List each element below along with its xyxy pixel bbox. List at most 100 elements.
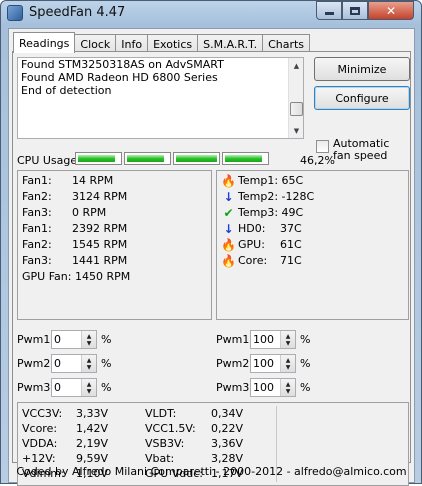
pwm-unit: % [101,381,112,394]
fan-label: Fan2: [22,238,52,251]
fan-label: GPU Fan: [22,270,72,283]
spin-arrows-icon[interactable]: ▲ ▼ [280,379,295,396]
temp-label: GPU: [238,238,265,251]
minimize-window-button[interactable] [316,1,342,20]
temp-label: Core: [238,254,268,267]
fan-value: 1545 RPM [72,238,128,251]
pwm-label: Pwm2: [216,357,254,370]
voltage-value: 0,34V [211,407,244,420]
voltage-reading: Vcore: 1,42V [22,421,108,436]
pwm-label: Pwm3: [17,381,55,394]
temperature-reading: ↓ Temp2: -128C [221,189,314,205]
temperature-reading: 🔥 Core: 71C [221,253,302,269]
voltage-value: 3,33V [76,407,109,420]
fans-panel: Fan1: 14 RPM Fan2: 3124 RPM Fan3: 0 RPM Fan… [17,170,212,320]
title-bar[interactable]: SpeedFan 4.47 ✕ [1,1,421,25]
spin-arrows-icon[interactable]: ▲ ▼ [81,355,96,372]
temp-value: -128C [281,190,315,203]
scroll-thumb[interactable] [290,102,303,116]
fan-value: 2392 RPM [72,222,128,235]
automatic-fan-speed-checkbox[interactable] [316,140,329,153]
pwm-value[interactable]: 0 [52,331,81,348]
cpu-usage-label: CPU Usage [17,154,78,167]
fan-value: 14 RPM [72,174,114,187]
check-icon: ✔ [223,206,234,220]
temperature-reading: ✔ Temp3: 49C [221,205,303,221]
fan-label: Fan3: [22,254,52,267]
spin-arrows-icon[interactable]: ▲ ▼ [280,355,295,372]
voltage-value: 3,36V [211,437,244,450]
pwm-control: Pwm1: 0 ▲ ▼ % [17,330,111,349]
speedfan-app-icon [7,5,23,21]
voltage-value: 2,19V [76,437,109,450]
pwm-control: Pwm3: 100 ▲ ▼ % [216,378,310,397]
temperature-reading: ↓ HD0: 37C [221,221,302,237]
close-window-button[interactable]: ✕ [368,1,414,20]
voltage-reading: +12V: 9,59V [22,451,108,466]
minimize-button[interactable]: Minimize [314,57,410,81]
pwm-spinbox[interactable]: 0 ▲ ▼ [51,378,97,397]
temperature-reading: 🔥 GPU: 61C [221,237,302,253]
temperatures-panel: 🔥 Temp1: 65C ↓ Temp2: -128C ✔ Temp3: 49C… [216,170,409,320]
pwm-spinbox[interactable]: 0 ▲ ▼ [51,330,97,349]
scroll-up-icon[interactable]: ▲ [289,58,303,73]
maximize-icon [350,6,360,15]
pwm-spinbox[interactable]: 0 ▲ ▼ [51,354,97,373]
fan-reading: Fan2: 3124 RPM [22,189,127,205]
voltage-label: VCC1.5V: [145,422,196,435]
voltage-label: +12V: [22,452,56,465]
tab-readings[interactable]: Readings [13,32,76,53]
pwm-value[interactable]: 0 [52,379,81,396]
voltage-reading: VCC1.5V: 0,22V [145,421,243,436]
pwm-label: Pwm2: [17,357,55,370]
voltage-value: 0,22V [211,422,244,435]
scroll-down-icon[interactable]: ▼ [289,123,303,138]
pwm-unit: % [101,333,112,346]
flame-icon: 🔥 [221,254,236,268]
pwm-control: Pwm2: 100 ▲ ▼ % [216,354,310,373]
fan-value: 1441 RPM [72,254,128,267]
temp-value: 61C [280,238,302,251]
temp-label: Temp1: [238,174,279,187]
detection-log[interactable]: Found STM3250318AS on AdvSMART Found AMD… [17,57,304,139]
voltage-label: VLDT: [145,407,177,420]
temp-value: 37C [280,222,302,235]
footer-credits: Coded by Alfredo Milani Comparetti - 200… [16,465,407,478]
temp-value: 71C [280,254,302,267]
configure-button[interactable]: Configure [314,86,410,110]
pwm-label: Pwm1: [17,333,55,346]
speedfan-window: SpeedFan 4.47 ✕ Readings Clock Info Exot… [0,0,422,486]
cpu-core-bar [75,152,122,165]
pwm-spinbox[interactable]: 100 ▲ ▼ [250,330,296,349]
spin-arrows-icon[interactable]: ▲ ▼ [81,379,96,396]
voltage-label: Vcore: [22,422,58,435]
fan-label: Fan3: [22,206,52,219]
pwm-value[interactable]: 100 [251,379,280,396]
voltage-reading: VSB3V: 3,36V [145,436,243,451]
fan-value: 0 RPM [72,206,107,219]
maximize-window-button[interactable] [342,1,368,20]
pwm-spinbox[interactable]: 100 ▲ ▼ [250,378,296,397]
spin-arrows-icon[interactable]: ▲ ▼ [81,331,96,348]
voltage-label: VDDA: [22,437,58,450]
pwm-unit: % [101,357,112,370]
fan-reading: Fan1: 14 RPM [22,173,113,189]
log-line: Found STM3250318AS on AdvSMART [21,58,224,71]
pwm-control: Pwm3: 0 ▲ ▼ % [17,378,111,397]
pwm-value[interactable]: 0 [52,355,81,372]
pwm-spinbox[interactable]: 100 ▲ ▼ [250,354,296,373]
spin-arrows-icon[interactable]: ▲ ▼ [280,331,295,348]
pwm-value[interactable]: 100 [251,355,280,372]
log-line: End of detection [21,84,112,97]
voltage-reading: VDDA: 2,19V [22,436,108,451]
fan-reading: Fan2: 1545 RPM [22,237,127,253]
cpu-usage-bars [75,152,269,165]
pwm-value[interactable]: 100 [251,331,280,348]
close-icon: ✕ [385,3,397,18]
fan-label: Fan1: [22,174,52,187]
temp-label: HD0: [238,222,266,235]
log-scrollbar[interactable]: ▲ ▼ [288,58,303,138]
pwm-control: Pwm1: 100 ▲ ▼ % [216,330,310,349]
temperature-reading: 🔥 Temp1: 65C [221,173,303,189]
voltage-value: 1,42V [76,422,109,435]
